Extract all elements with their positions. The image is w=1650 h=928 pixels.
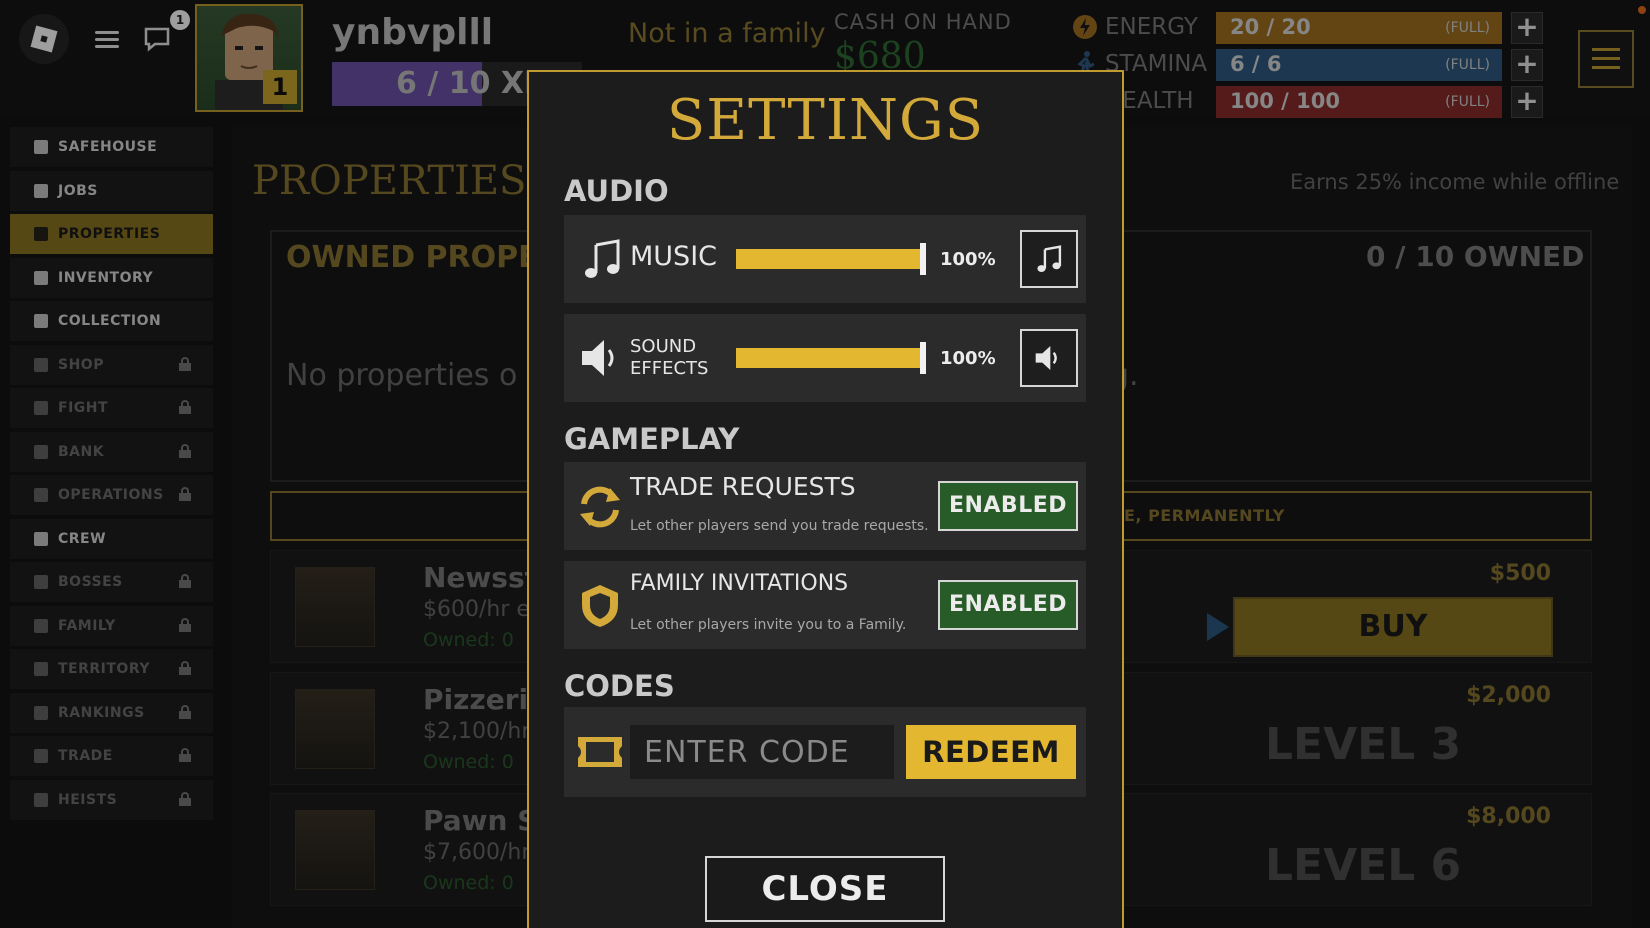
music-toggle-button[interactable] <box>1020 230 1078 288</box>
trade-requests-setting-card: TRADE REQUESTS Let other players send yo… <box>564 462 1086 550</box>
music-label: MUSIC <box>630 241 718 272</box>
codes-heading: CODES <box>564 669 675 703</box>
music-setting-card: MUSIC 100% <box>564 215 1086 303</box>
sound-effects-slider[interactable] <box>736 342 926 374</box>
ticket-icon <box>578 737 622 767</box>
settings-title: SETTINGS <box>666 88 985 153</box>
trade-requests-label: TRADE REQUESTS <box>630 472 856 501</box>
trade-arrows-icon <box>580 486 620 528</box>
trade-requests-description: Let other players send you trade request… <box>630 518 929 534</box>
sound-effects-slider-handle[interactable] <box>920 342 926 374</box>
family-invitations-label: FAMILY INVITATIONS <box>630 571 849 596</box>
trade-requests-toggle-button[interactable]: ENABLED <box>938 481 1078 531</box>
music-percent: 100% <box>940 249 996 270</box>
audio-heading: AUDIO <box>564 174 669 208</box>
redeem-button[interactable]: REDEEM <box>906 725 1076 779</box>
codes-card: REDEEM <box>564 707 1086 797</box>
sound-effects-label: SOUND EFFECTS <box>630 336 708 380</box>
music-note-icon <box>1037 245 1062 272</box>
music-slider-fill <box>736 249 926 269</box>
sound-effects-label-line1: SOUND <box>630 336 697 357</box>
music-slider-handle[interactable] <box>920 243 926 275</box>
sound-effects-label-line2: EFFECTS <box>630 358 709 379</box>
speaker-icon <box>1035 346 1057 370</box>
family-invitations-toggle-button[interactable]: ENABLED <box>938 580 1078 630</box>
sound-effects-toggle-button[interactable] <box>1020 329 1078 387</box>
family-invitations-setting-card: FAMILY INVITATIONS Let other players inv… <box>564 561 1086 649</box>
sound-effects-slider-fill <box>736 348 926 368</box>
speaker-icon <box>582 340 614 376</box>
code-input[interactable] <box>630 725 894 779</box>
sound-effects-setting-card: SOUND EFFECTS 100% <box>564 314 1086 402</box>
gameplay-heading: GAMEPLAY <box>564 422 740 456</box>
close-button[interactable]: CLOSE <box>705 856 945 922</box>
sound-effects-percent: 100% <box>940 348 996 369</box>
shield-icon <box>582 585 618 627</box>
family-invitations-description: Let other players invite you to a Family… <box>630 617 907 633</box>
music-slider[interactable] <box>736 243 926 275</box>
music-note-icon <box>585 239 620 278</box>
